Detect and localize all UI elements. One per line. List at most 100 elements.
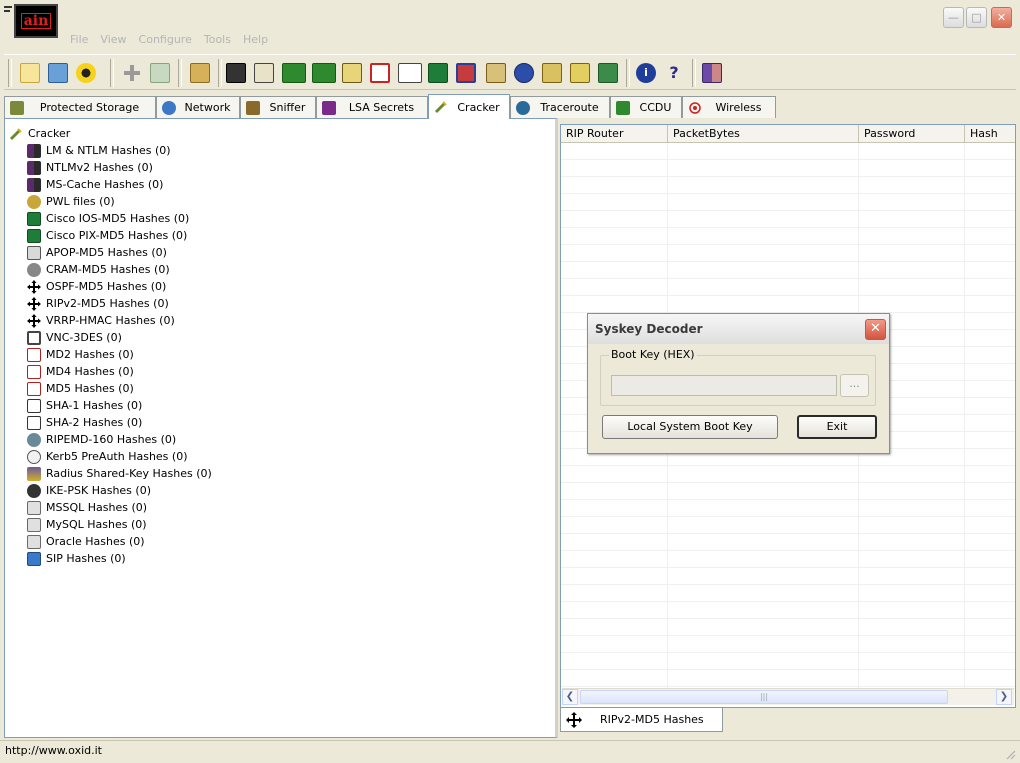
boot-key-input[interactable]: [611, 375, 837, 396]
tab-ccdu[interactable]: CCDU: [610, 96, 682, 118]
resize-grip-icon[interactable]: [1004, 748, 1016, 760]
column-header-rip-router[interactable]: RIP Router: [561, 125, 668, 143]
tree-item-label: Cisco IOS-MD5 Hashes (0): [46, 212, 190, 225]
lsa-icon[interactable]: [486, 63, 506, 83]
tree-item[interactable]: SHA-1 Hashes (0): [27, 398, 142, 413]
column-header-hash[interactable]: Hash: [965, 125, 1015, 143]
column-header-packetbytes[interactable]: PacketBytes: [668, 125, 859, 143]
system-menu-icon[interactable]: [4, 4, 12, 12]
mail-icon: [27, 245, 41, 260]
ntlm-icon[interactable]: [282, 63, 306, 83]
tab-traceroute[interactable]: Traceroute: [510, 96, 610, 118]
tab-network[interactable]: Network: [156, 96, 240, 118]
menu-configure[interactable]: Configure: [139, 33, 192, 49]
menu-view[interactable]: View: [100, 33, 126, 49]
traceroute-icon[interactable]: [254, 63, 274, 83]
scroll-thumb[interactable]: |||: [580, 690, 948, 704]
toolbar-separator: [692, 59, 696, 87]
tree-item[interactable]: Radius Shared-Key Hashes (0): [27, 466, 212, 481]
tab-wireless[interactable]: Wireless: [682, 96, 776, 118]
tree-item[interactable]: MS-Cache Hashes (0): [27, 177, 163, 192]
vnc-icon[interactable]: [456, 63, 476, 83]
tree-item[interactable]: IKE-PSK Hashes (0): [27, 483, 151, 498]
ccdu-icon: [616, 100, 630, 115]
scroll-right-button[interactable]: ❯: [996, 689, 1012, 705]
tree-item[interactable]: MySQL Hashes (0): [27, 517, 147, 532]
cracker-icon: [434, 100, 448, 114]
tree-item[interactable]: Cisco PIX-MD5 Hashes (0): [27, 228, 187, 243]
rescan-icon[interactable]: [150, 63, 170, 83]
radiation-icon[interactable]: [76, 63, 96, 83]
tree-root-cracker[interactable]: Cracker: [9, 126, 70, 141]
tree-item-label: RIPv2-MD5 Hashes (0): [46, 297, 169, 310]
tree-item[interactable]: LM & NTLM Hashes (0): [27, 143, 171, 158]
users-icon: [27, 143, 41, 158]
cisco-icon[interactable]: [428, 63, 448, 83]
tree-item[interactable]: RIPv2-MD5 Hashes (0): [27, 296, 169, 311]
tree-item[interactable]: VRRP-HMAC Hashes (0): [27, 313, 175, 328]
tree-item[interactable]: MD2 Hashes (0): [27, 347, 134, 362]
cracker-tree[interactable]: Cracker LM & NTLM Hashes (0) NTLMv2 Hashe…: [4, 118, 558, 738]
exit-button[interactable]: Exit: [797, 415, 877, 439]
dialog-titlebar[interactable]: Syskey Decoder ✕: [588, 314, 889, 344]
tree-item[interactable]: MD5 Hashes (0): [27, 381, 134, 396]
horizontal-scrollbar[interactable]: ❮ ||| ❯: [562, 688, 1014, 705]
tab-ripv2-md5-hashes[interactable]: RIPv2-MD5 Hashes: [560, 708, 723, 732]
wireless-icon[interactable]: [514, 63, 534, 83]
tab-lsa-secrets[interactable]: LSA Secrets: [316, 96, 428, 118]
save-icon[interactable]: [48, 63, 68, 83]
column-header-password[interactable]: Password: [859, 125, 965, 143]
sip-icon: [27, 551, 41, 566]
maximize-button[interactable]: □: [966, 7, 987, 28]
tree-item[interactable]: OSPF-MD5 Hashes (0): [27, 279, 166, 294]
browse-button[interactable]: ...: [840, 374, 869, 397]
tab-sniffer[interactable]: Sniffer: [240, 96, 316, 118]
info-icon[interactable]: i: [636, 63, 656, 83]
tree-item[interactable]: SIP Hashes (0): [27, 551, 126, 566]
users-icon: [27, 177, 41, 192]
tab-cracker[interactable]: Cracker: [428, 94, 510, 119]
dialog-close-button[interactable]: ✕: [865, 319, 886, 340]
tree-item[interactable]: NTLMv2 Hashes (0): [27, 160, 153, 175]
password-icon[interactable]: [398, 63, 422, 83]
exit-icon[interactable]: [702, 63, 722, 83]
tree-item[interactable]: Kerb5 PreAuth Hashes (0): [27, 449, 188, 464]
app-logo-text: ain: [20, 13, 52, 29]
scan-icon[interactable]: [342, 63, 362, 83]
tree-item[interactable]: SHA-2 Hashes (0): [27, 415, 142, 430]
tree-item[interactable]: RIPEMD-160 Hashes (0): [27, 432, 176, 447]
menu-tools[interactable]: Tools: [204, 33, 231, 49]
display-icon[interactable]: [598, 63, 618, 83]
add-icon[interactable]: [122, 63, 142, 83]
cisco-icon: [27, 211, 41, 226]
db-icon[interactable]: [570, 63, 590, 83]
toolbar-separator: [110, 59, 114, 87]
tree-item[interactable]: Oracle Hashes (0): [27, 534, 145, 549]
scroll-left-button[interactable]: ❮: [562, 689, 578, 705]
lm-icon[interactable]: [312, 63, 336, 83]
wireless-icon: [688, 101, 702, 115]
tree-item[interactable]: MD4 Hashes (0): [27, 364, 134, 379]
ripemd-icon: [27, 432, 41, 447]
tree-item[interactable]: PWL files (0): [27, 194, 115, 209]
tab-label: Cracker: [457, 100, 500, 114]
tree-item[interactable]: APOP-MD5 Hashes (0): [27, 245, 167, 260]
decoder-icon[interactable]: [370, 63, 390, 83]
help-icon[interactable]: ?: [664, 63, 684, 83]
folder-icon[interactable]: [542, 63, 562, 83]
local-system-boot-key-button[interactable]: Local System Boot Key: [602, 415, 778, 439]
menu-help[interactable]: Help: [243, 33, 268, 49]
menu-file[interactable]: File: [70, 33, 88, 49]
lsa-icon: [322, 100, 336, 115]
tab-protected-storage[interactable]: Protected Storage: [4, 96, 156, 118]
tree-item[interactable]: VNC-3DES (0): [27, 330, 122, 345]
tree-item[interactable]: Cisco IOS-MD5 Hashes (0): [27, 211, 189, 226]
tab-label: Sniffer: [269, 101, 306, 114]
route-icon[interactable]: [226, 63, 246, 83]
open-icon[interactable]: [20, 63, 40, 83]
minimize-button[interactable]: —: [943, 7, 964, 28]
close-button[interactable]: ✕: [991, 7, 1012, 28]
tree-item[interactable]: CRAM-MD5 Hashes (0): [27, 262, 170, 277]
delete-icon[interactable]: [190, 63, 210, 83]
tree-item[interactable]: MSSQL Hashes (0): [27, 500, 147, 515]
